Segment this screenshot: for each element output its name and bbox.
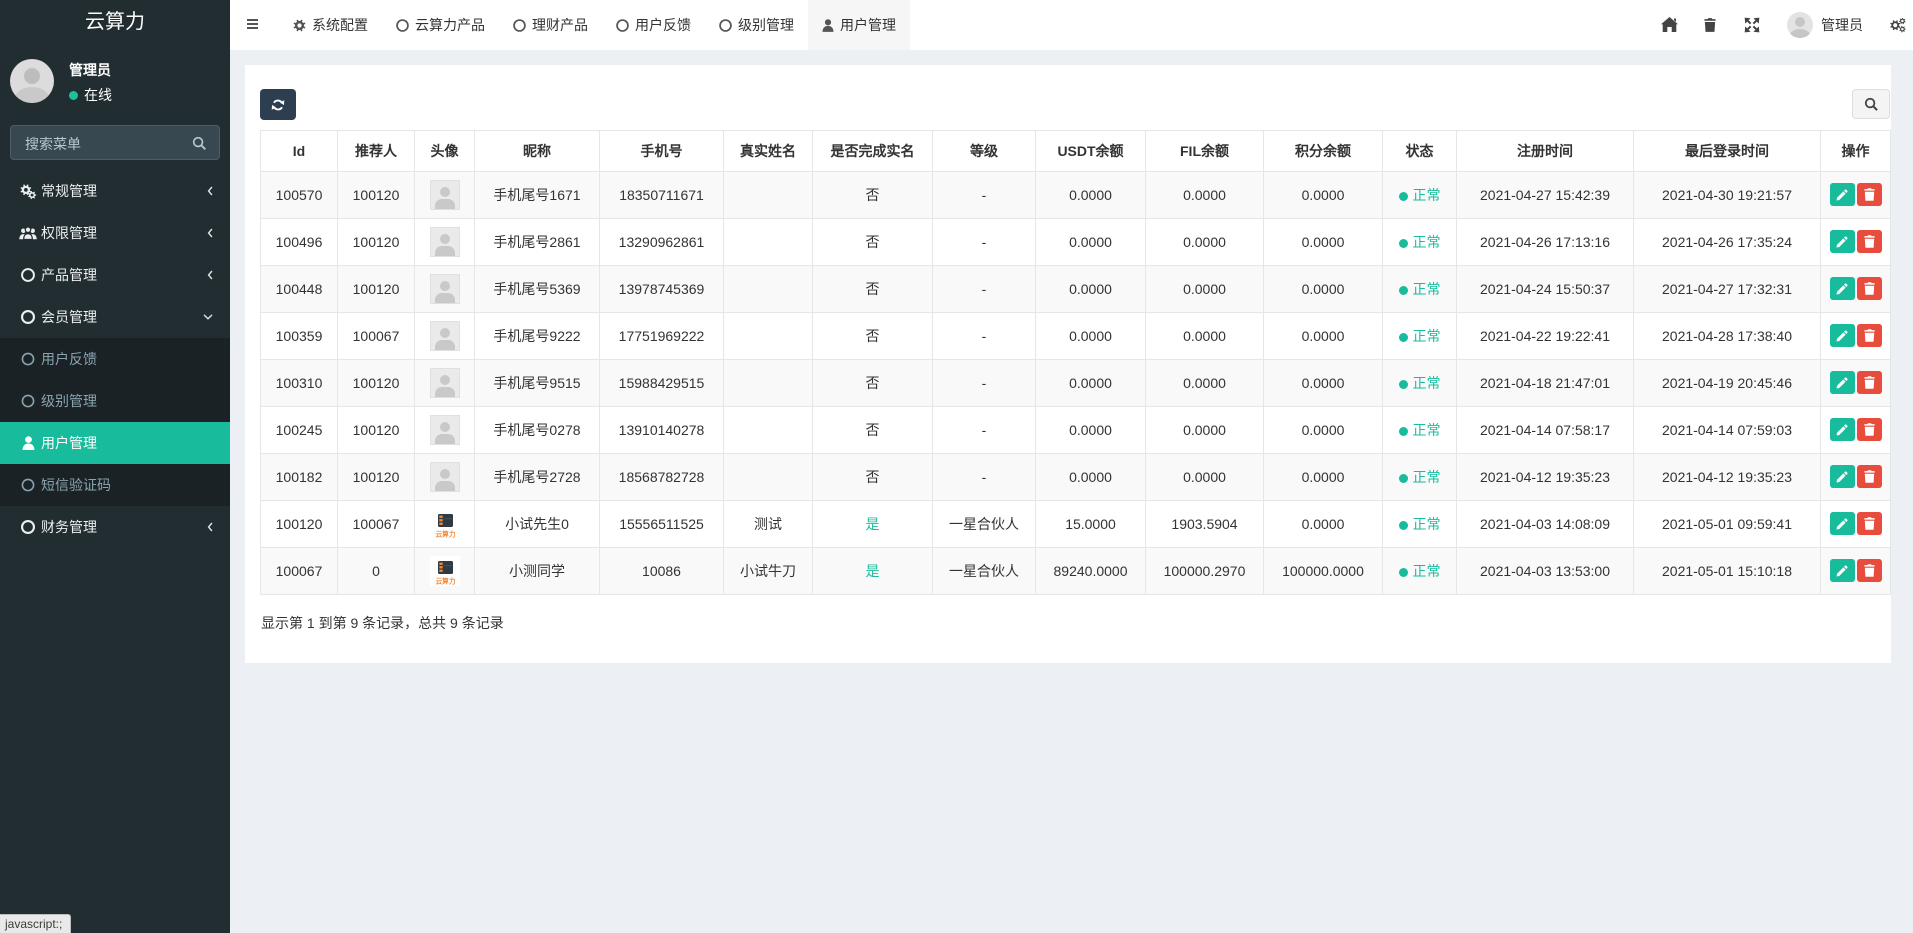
svg-text:云算力: 云算力	[435, 529, 455, 538]
svg-text:云算力: 云算力	[435, 576, 455, 585]
